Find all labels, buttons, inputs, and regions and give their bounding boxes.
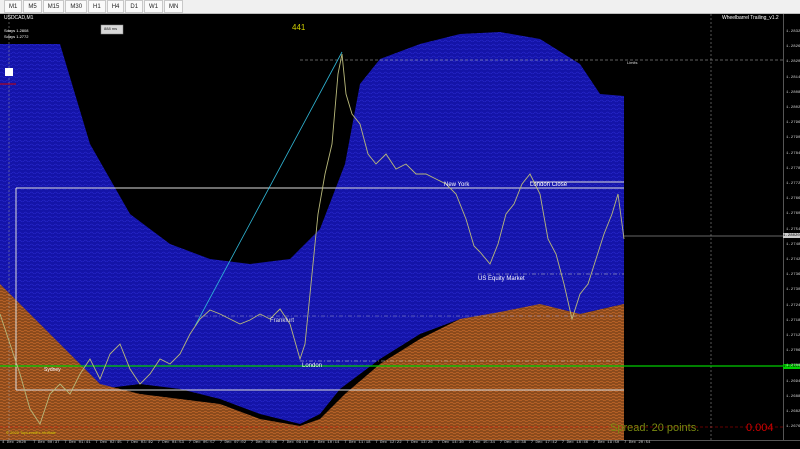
time-scale-label: 7 Dec 12:22 xyxy=(375,441,402,445)
price-scale-label: 1.26885 xyxy=(786,394,800,399)
price-scale-label: 1.27365 xyxy=(786,273,800,278)
limit-level-label: Limits xyxy=(627,60,638,65)
time-scale-label: 4 Dec 2020 xyxy=(2,441,27,445)
price-scale-label: 1.27065 xyxy=(786,349,800,354)
price-scale-label: 1.28265 xyxy=(786,45,800,50)
price-scale-label: 1.27425 xyxy=(786,258,800,262)
price-scale-label: 1.28025 xyxy=(786,106,800,110)
time-scale-label: 7 Dec 14:30 xyxy=(437,441,464,445)
timeframe-button-w1[interactable]: W1 xyxy=(144,0,164,13)
price-scale-label: 1.27845 xyxy=(786,151,800,156)
time-scale-label: 7 Dec 18:46 xyxy=(561,441,589,445)
timeframe-button-mn[interactable]: MN xyxy=(164,0,184,13)
session-label-london-close: London Close xyxy=(530,182,568,188)
price-chart[interactable] xyxy=(0,14,783,440)
price-scale-label: 1.27485 xyxy=(786,242,800,247)
session-label-sydney: Sydney xyxy=(44,367,61,373)
copyright-text: © 2020 TopLevelEx.VirtSale xyxy=(6,430,56,435)
time-scale-label: 7 Dec 02:45 xyxy=(95,441,122,445)
timeframe-button-m1[interactable]: M1 xyxy=(4,0,23,13)
indicator-title: Wheelbarrel Trailing_v1.2 xyxy=(722,15,779,21)
price-scale-label: 1.27665 xyxy=(786,197,800,202)
time-scale-label: 7 Dec 03:49 xyxy=(126,441,153,445)
timeframe-button-m30[interactable]: M30 xyxy=(65,0,88,13)
timeframe-button-h4[interactable]: H4 xyxy=(106,0,125,13)
price-scale-label: 1.27605 xyxy=(786,212,800,217)
current-price-marker: 1.28020 xyxy=(783,233,800,238)
price-scale-label: 1.27185 xyxy=(786,318,800,323)
time-scale-label: 7 Dec 19:50 xyxy=(592,441,620,445)
price-scale-label: 1.27305 xyxy=(786,288,800,293)
chart-checkbox[interactable] xyxy=(5,68,13,76)
time-scale-label: 7 Dec 04:53 xyxy=(157,441,184,445)
session-label-new-york: New York xyxy=(444,182,470,188)
timeframe-toolbar: M1 M5 M15 M30 H1 H4 D1 W1 MN xyxy=(0,0,800,14)
sdays-value-1: Sdays 1.2808 xyxy=(4,28,29,33)
time-scale-label: 7 Dec 10:14 xyxy=(313,441,340,445)
big-value-text: 0.004 xyxy=(746,422,774,434)
price-scale-label: 1.26825 xyxy=(786,410,800,414)
time-scale-label: 7 Dec 13:26 xyxy=(406,441,433,445)
sdays-value-2: Sdays 1.2772 xyxy=(4,34,29,39)
price-scale-label: 1.27245 xyxy=(786,303,800,308)
time-scale-label: 7 Dec 20:54 xyxy=(624,441,651,445)
timeframe-button-d1[interactable]: D1 xyxy=(125,0,144,13)
timeframe-button-h1[interactable]: H1 xyxy=(88,0,106,13)
session-label-london: London xyxy=(302,363,323,369)
price-scale-label: 1.27725 xyxy=(786,182,800,186)
timeframe-button-m5[interactable]: M5 xyxy=(23,0,42,13)
time-scale-label: 7 Dec 05:57 xyxy=(188,441,215,445)
session-label-frankfurt: Frankfurt xyxy=(270,318,295,324)
price-scale-label: 1.27545 xyxy=(786,227,800,232)
session-label-us-equity: US Equity Market xyxy=(478,276,525,282)
time-scale-label: 7 Dec 09:10 xyxy=(281,441,309,445)
price-scale-label: 1.27005 xyxy=(786,364,800,369)
time-scale-label: 7 Dec 00:37 xyxy=(33,441,60,445)
price-scale-label: 1.27905 xyxy=(786,136,800,141)
price-scale-label: 1.26945 xyxy=(786,379,800,384)
time-scale-label: 7 Dec 16:38 xyxy=(499,441,526,445)
price-scale-label: 1.28145 xyxy=(786,75,800,80)
time-scale-label: 7 Dec 11:18 xyxy=(344,441,371,445)
price-scale-label: 1.27785 xyxy=(786,166,800,171)
price-scale-label: 1.28085 xyxy=(786,90,800,95)
price-scale-label: 1.26765 xyxy=(786,425,800,430)
price-scale-label: 1.27125 xyxy=(786,334,800,338)
bar-counter: 441 xyxy=(292,23,306,32)
price-scale-label: 1.28205 xyxy=(786,60,800,65)
time-scale-label: 7 Dec 07:02 xyxy=(219,441,247,445)
time-scale-label: 7 Dec 08:06 xyxy=(250,441,278,445)
time-scale-label: 7 Dec 01:41 xyxy=(64,441,91,445)
time-scale-label: 7 Dec 15:34 xyxy=(468,441,495,445)
small-button-label: 888 ms xyxy=(104,26,118,31)
spread-text: Spread: 20 points. xyxy=(610,422,700,434)
time-scale-label: 7 Dec 17:42 xyxy=(530,441,558,445)
price-scale-label: 1.27965 xyxy=(786,121,800,126)
timeframe-button-m15[interactable]: M15 xyxy=(42,0,65,13)
symbol-title: USDCAD,M1 xyxy=(4,15,34,21)
price-scale-label: 1.28325 xyxy=(786,30,800,34)
